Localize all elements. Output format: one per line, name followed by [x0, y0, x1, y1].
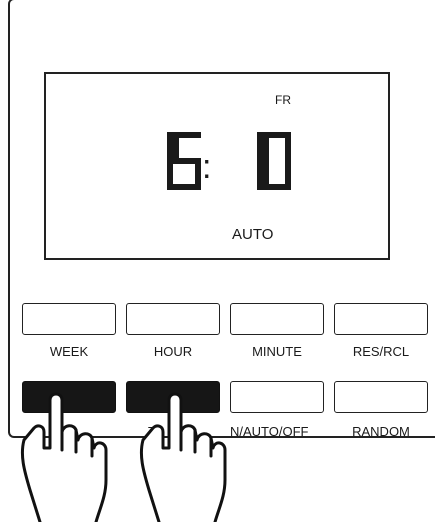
timer-button-label: TI [148, 424, 160, 439]
lcd-time-separator: : [202, 148, 212, 186]
res-rcl-button-label: RES/RCL [352, 344, 410, 359]
minute-button[interactable] [230, 303, 324, 335]
week-button[interactable] [22, 303, 116, 335]
res-rcl-button[interactable] [334, 303, 428, 335]
timer-button[interactable] [126, 381, 220, 413]
random-button-label: RANDOM [352, 424, 410, 439]
minute-button-label: MINUTE [252, 344, 302, 359]
on-auto-off-button-label: N/AUTO/OFF [230, 424, 309, 439]
lcd-time-digits [167, 132, 291, 190]
random-button[interactable] [334, 381, 428, 413]
week-button-label: WEEK [49, 344, 89, 359]
lcd-mode-indicator: AUTO [232, 226, 274, 243]
hour-button-label: HOUR [153, 344, 193, 359]
hour-button[interactable] [126, 303, 220, 335]
on-auto-off-button[interactable] [230, 381, 324, 413]
pressed-button-1[interactable] [22, 381, 116, 413]
